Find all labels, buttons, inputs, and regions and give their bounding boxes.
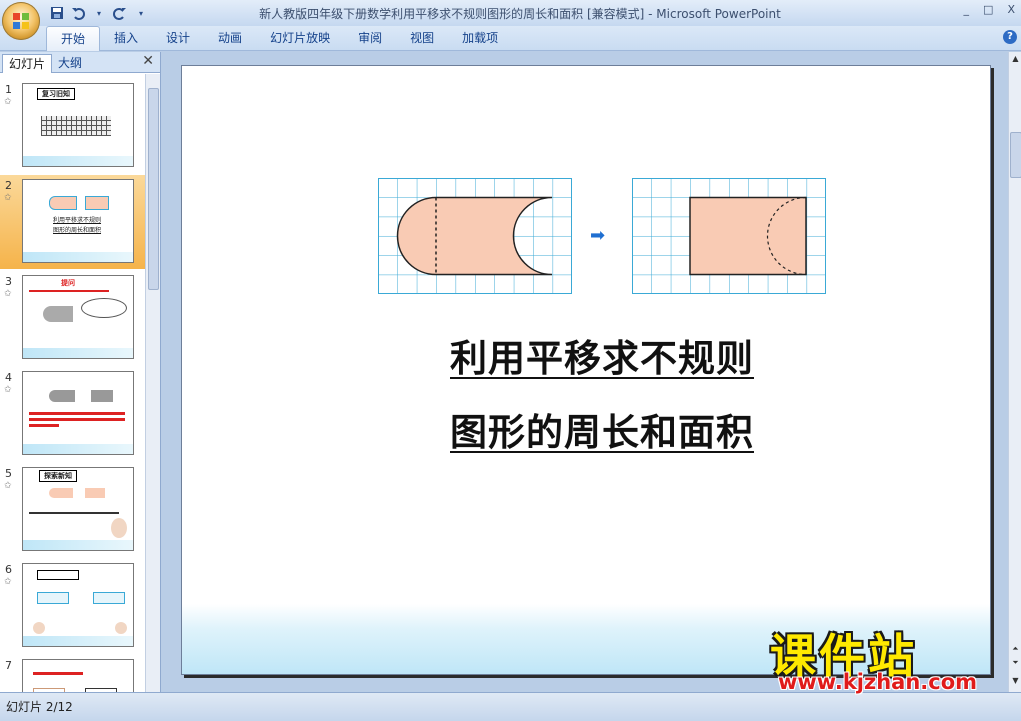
thumbnail-preview	[22, 659, 134, 692]
undo-icon[interactable]	[69, 4, 87, 22]
tab-slides[interactable]: 幻灯片	[2, 54, 53, 73]
slide-thumbnail-5[interactable]: 5 ✩ 探索新知	[0, 463, 145, 557]
tab-view[interactable]: 视图	[396, 26, 448, 50]
slide-thumbnail-4[interactable]: 4 ✩	[0, 367, 145, 461]
slide-thumbnail-7[interactable]: 7	[0, 655, 145, 692]
slide-thumbnail-3[interactable]: 3 ✩ 提问	[0, 271, 145, 365]
watermark-url: www.kjzhan.com	[778, 670, 978, 694]
scroll-up-icon[interactable]: ▲	[1010, 54, 1021, 64]
slide-number: 6	[5, 563, 12, 576]
tab-review[interactable]: 审阅	[344, 26, 396, 50]
thumbnail-preview: 提问	[22, 275, 134, 359]
tab-outline[interactable]: 大纲	[52, 54, 88, 72]
redo-icon[interactable]	[111, 4, 129, 22]
slide-number: 5	[5, 467, 12, 480]
slide-number: 1	[5, 83, 12, 96]
office-button[interactable]	[2, 2, 40, 40]
help-icon[interactable]: ?	[1003, 30, 1017, 44]
slide-thumbnail-1[interactable]: 1 ✩ 复习旧知	[0, 79, 145, 173]
tab-home[interactable]: 开始	[46, 26, 101, 51]
thumbnail-preview: 复习旧知	[22, 83, 134, 167]
close-icon[interactable]: ✕	[142, 53, 154, 69]
thumbnail-scrollbar[interactable]	[145, 74, 160, 692]
title-bar: ▾ ▾ 新人教版四年级下册数学利用平移求不规则图形的周长和面积 [兼容模式] -…	[0, 0, 1021, 27]
slide-number: 4	[5, 371, 12, 384]
watermark-logo: 课件站 www.kjzhan.com	[770, 620, 1010, 700]
ribbon-tabs: 开始 插入 设计 动画 幻灯片放映 审阅 视图 加载项	[46, 26, 512, 51]
thumbnail-heading: 利用平移求不规则图形的周长和面积	[53, 217, 102, 234]
thumbnail-preview: 探索新知	[22, 467, 134, 551]
close-button[interactable]: X	[1007, 3, 1015, 16]
slide-title-line-1[interactable]: 利用平移求不规则	[382, 328, 822, 382]
next-slide-icon[interactable]: ⏷	[1010, 658, 1021, 668]
tab-slideshow[interactable]: 幻灯片放映	[256, 26, 344, 50]
slide-canvas[interactable]: ➡ 利用平移求不规则 图形的周长和面积	[181, 65, 991, 675]
previous-slide-icon[interactable]: ⏶	[1010, 644, 1021, 654]
thumbnail-heading: 复习旧知	[37, 88, 75, 100]
slide-number: 3	[5, 275, 12, 288]
star-icon: ✩	[4, 385, 12, 395]
star-icon: ✩	[4, 193, 12, 203]
window-controls: _ □ X	[964, 3, 1015, 16]
thumbnail-preview	[22, 371, 134, 455]
tab-animations[interactable]: 动画	[204, 26, 256, 50]
window-title: 新人教版四年级下册数学利用平移求不规则图形的周长和面积 [兼容模式] - Mic…	[259, 7, 781, 21]
slide-number: 2	[5, 179, 12, 192]
save-icon[interactable]	[48, 4, 66, 22]
tab-design[interactable]: 设计	[152, 26, 204, 50]
translated-rectangle-figure	[632, 178, 826, 294]
slide-thumbnail-6[interactable]: 6 ✩	[0, 559, 145, 653]
customize-toolbar-icon[interactable]: ▾	[132, 4, 150, 22]
editor-scrollbar[interactable]: ▲ ⏶ ⏷ ▼	[1008, 52, 1021, 692]
star-icon: ✩	[4, 481, 12, 491]
panel-tabs: 幻灯片 大纲 ✕	[0, 52, 160, 73]
maximize-button[interactable]: □	[983, 3, 993, 16]
scroll-down-icon[interactable]: ▼	[1010, 676, 1021, 686]
slide-editor: ➡ 利用平移求不规则 图形的周长和面积	[162, 52, 1007, 692]
slides-panel: 幻灯片 大纲 ✕ 1 ✩ 复习旧知 2 ✩ 利用平移求不规则图形的周长和面积 3…	[0, 52, 161, 692]
scrollbar-thumb[interactable]	[1010, 132, 1021, 178]
office-logo-icon	[13, 13, 29, 29]
undo-dropdown-icon[interactable]: ▾	[90, 4, 108, 22]
minimize-button[interactable]: _	[964, 3, 970, 16]
thumbnail-heading: 提问	[61, 279, 75, 287]
thumbnail-list: 1 ✩ 复习旧知 2 ✩ 利用平移求不规则图形的周长和面积 3 ✩ 提问 4 ✩…	[0, 74, 145, 692]
tab-insert[interactable]: 插入	[100, 26, 152, 50]
slide-number: 7	[5, 659, 12, 672]
star-icon: ✩	[4, 577, 12, 587]
tab-addins[interactable]: 加载项	[448, 26, 512, 50]
thumbnail-preview: 利用平移求不规则图形的周长和面积	[22, 179, 134, 263]
thumbnail-preview	[22, 563, 134, 647]
slide-indicator: 幻灯片 2/12	[6, 700, 73, 714]
ribbon: 开始 插入 设计 动画 幻灯片放映 审阅 视图 加载项 ?	[0, 26, 1021, 51]
scrollbar-thumb[interactable]	[148, 88, 159, 290]
irregular-shape-figure	[378, 178, 572, 294]
star-icon: ✩	[4, 289, 12, 299]
arrow-right-icon: ➡	[590, 225, 606, 246]
star-icon: ✩	[4, 97, 12, 107]
slide-thumbnail-2[interactable]: 2 ✩ 利用平移求不规则图形的周长和面积	[0, 175, 145, 269]
slide-title-line-2[interactable]: 图形的周长和面积	[382, 402, 822, 456]
quick-access-toolbar: ▾ ▾	[48, 3, 150, 23]
thumbnail-heading: 探索新知	[39, 470, 77, 482]
